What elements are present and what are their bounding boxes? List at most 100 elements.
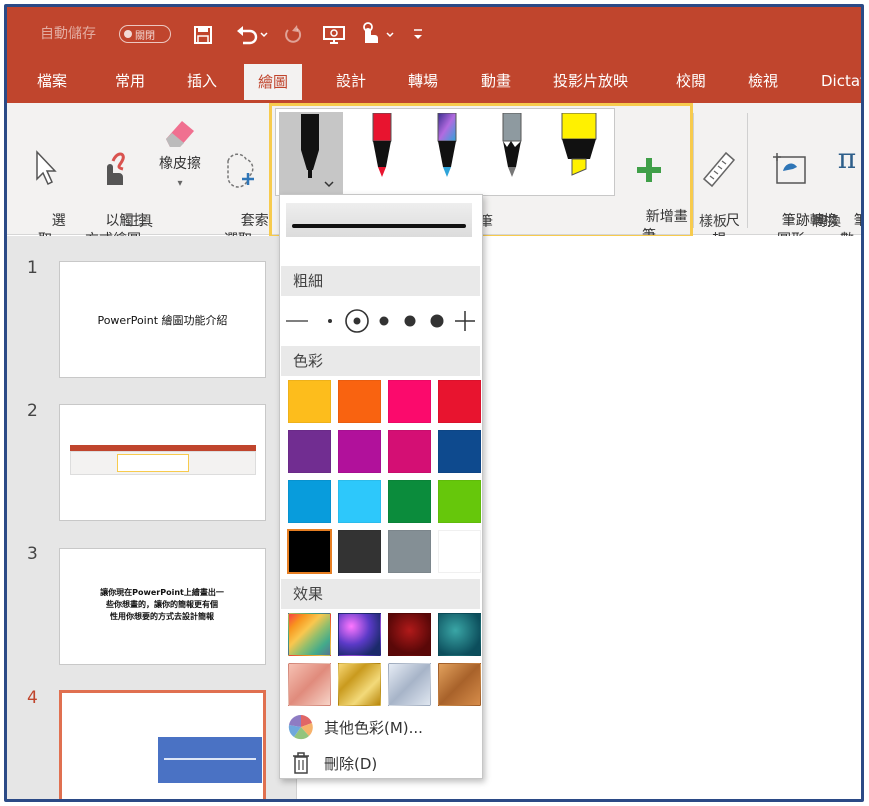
group-separator: [747, 113, 748, 228]
tab-insert[interactable]: 插入: [183, 60, 221, 103]
color-swatch[interactable]: [388, 380, 431, 423]
tab-dictate[interactable]: Dictat: [817, 60, 861, 103]
slide-thumbnail-1[interactable]: PowerPoint 繪圖功能介紹: [59, 261, 266, 378]
title-bar: 自動儲存 關閉: [7, 7, 861, 60]
color-swatch[interactable]: [288, 480, 331, 523]
ruler-icon: [702, 151, 736, 188]
color-swatch[interactable]: [388, 530, 431, 573]
pen-pencil-gray[interactable]: [488, 112, 538, 189]
more-colors-label: 其他色彩(M)...: [324, 718, 423, 737]
mini-pens: [117, 454, 189, 472]
autosave-toggle[interactable]: 關閉: [119, 25, 171, 43]
powerpoint-window: 自動儲存 關閉 檔案 常用 插入 繪圖 設計 轉場 動畫 投影片放映 校閱 檢視…: [4, 4, 864, 802]
thickness-header: 粗細: [281, 266, 480, 296]
color-swatch[interactable]: [338, 380, 381, 423]
more-colors-item[interactable]: 其他色彩(M)...: [288, 714, 423, 740]
delete-label: 刪除(D): [324, 754, 378, 773]
slide-4-shape: [158, 737, 262, 783]
slide-number: 2: [27, 401, 38, 421]
tab-animations[interactable]: 動畫: [477, 60, 515, 103]
thickness-thickest[interactable]: [430, 314, 444, 328]
tab-view[interactable]: 檢視: [744, 60, 782, 103]
slide-thumbnail-4-selected[interactable]: [59, 690, 266, 799]
toggle-knob-icon: [124, 30, 132, 38]
pen-options-dropdown: 粗細 色彩 效果 其他色彩(M)... 刪除(D): [279, 194, 483, 779]
color-swatch[interactable]: [338, 430, 381, 473]
slide-3-text: 讓你現在PowerPoint上繪畫出一 些你想畫的，讓你的簡報更有個 性用你想要…: [100, 588, 224, 621]
present-from-start-icon[interactable]: [322, 23, 346, 47]
pi-icon: π: [837, 142, 857, 175]
thickness-medium-selected[interactable]: [345, 309, 369, 333]
eraser-button[interactable]: 橡皮擦 ▾: [151, 111, 209, 193]
eraser-icon: [166, 121, 194, 147]
effect-swatch-bronze[interactable]: [438, 663, 481, 706]
red-pen-icon: [372, 112, 392, 177]
group-separator: [693, 113, 694, 228]
color-swatch[interactable]: [338, 530, 381, 573]
ink-to-shape-icon: [773, 153, 806, 184]
highlighter-yellow[interactable]: [554, 112, 604, 189]
thickness-custom-plus-icon[interactable]: [455, 311, 475, 331]
slide-1-title: PowerPoint 繪圖功能介紹: [97, 314, 228, 327]
color-swatch[interactable]: [438, 530, 481, 573]
effect-swatch-lava[interactable]: [388, 613, 431, 656]
pen-red[interactable]: [358, 112, 408, 189]
tab-slide-show[interactable]: 投影片放映: [549, 60, 632, 103]
color-header: 色彩: [281, 346, 480, 376]
tab-home[interactable]: 常用: [111, 60, 149, 103]
effect-swatch-rose-gold[interactable]: [288, 663, 331, 706]
tab-review[interactable]: 校閱: [672, 60, 710, 103]
slide-thumbnail-3[interactable]: 讓你現在PowerPoint上繪畫出一 些你想畫的，讓你的簡報更有個 性用你想要…: [59, 548, 266, 665]
effect-swatch-rainbow[interactable]: [288, 613, 331, 656]
tab-file[interactable]: 檔案: [33, 60, 71, 103]
tab-draw[interactable]: 繪圖: [244, 64, 303, 103]
convert-group-label: 轉換: [813, 214, 841, 230]
trash-icon: [293, 752, 309, 774]
effect-swatch-galaxy[interactable]: [338, 613, 381, 656]
pen-galaxy[interactable]: [423, 112, 473, 189]
slide-number: 1: [27, 258, 38, 278]
undo-icon[interactable]: [235, 23, 269, 45]
color-swatch[interactable]: [388, 480, 431, 523]
pens-gallery: [275, 108, 615, 196]
slide-thumbnails-pane: 1 PowerPoint 繪圖功能介紹 2 3 讓你現在PowerPoint上繪…: [7, 236, 297, 799]
tab-transitions[interactable]: 轉場: [404, 60, 442, 103]
cursor-arrow-icon: [36, 150, 57, 186]
slide-thumbnail-2[interactable]: [59, 404, 266, 521]
touch-mode-icon[interactable]: [357, 21, 405, 47]
delete-pen-item[interactable]: 刪除(D): [288, 750, 377, 776]
effect-swatch-silver[interactable]: [388, 663, 431, 706]
tab-design[interactable]: 設計: [332, 60, 370, 103]
color-wheel-icon: [288, 714, 313, 740]
color-swatch[interactable]: [388, 430, 431, 473]
slide-4-shape-text: [164, 758, 256, 760]
thickness-thicker[interactable]: [404, 315, 416, 327]
color-swatch[interactable]: [288, 430, 331, 473]
effect-swatch-gold[interactable]: [338, 663, 381, 706]
thickness-options: [286, 309, 475, 333]
slide-number: 3: [27, 544, 38, 564]
customize-qat-icon[interactable]: [411, 27, 425, 43]
color-swatch[interactable]: [438, 430, 481, 473]
save-icon[interactable]: [193, 25, 213, 45]
color-swatch[interactable]: [287, 529, 332, 574]
touch-draw-icon: [107, 152, 125, 185]
stroke-preview-line: [292, 224, 466, 228]
redo-icon[interactable]: [282, 23, 302, 45]
color-swatch[interactable]: [438, 480, 481, 523]
galaxy-pen-icon: [437, 112, 457, 177]
highlighter-icon: [561, 112, 597, 176]
color-swatch[interactable]: [338, 480, 381, 523]
thickness-thin[interactable]: [328, 319, 332, 323]
black-pen-icon: [301, 114, 334, 188]
eraser-dropdown-icon[interactable]: ▾: [151, 174, 209, 193]
stroke-preview: [286, 203, 472, 237]
color-swatch[interactable]: [288, 380, 331, 423]
color-swatch[interactable]: [438, 380, 481, 423]
pen-black-selected[interactable]: [279, 112, 343, 194]
thickness-thick[interactable]: [379, 316, 389, 326]
effects-header: 效果: [281, 579, 480, 609]
plus-icon: [637, 158, 661, 182]
eraser-label: 橡皮擦: [159, 156, 201, 172]
effect-swatch-ocean[interactable]: [438, 613, 481, 656]
